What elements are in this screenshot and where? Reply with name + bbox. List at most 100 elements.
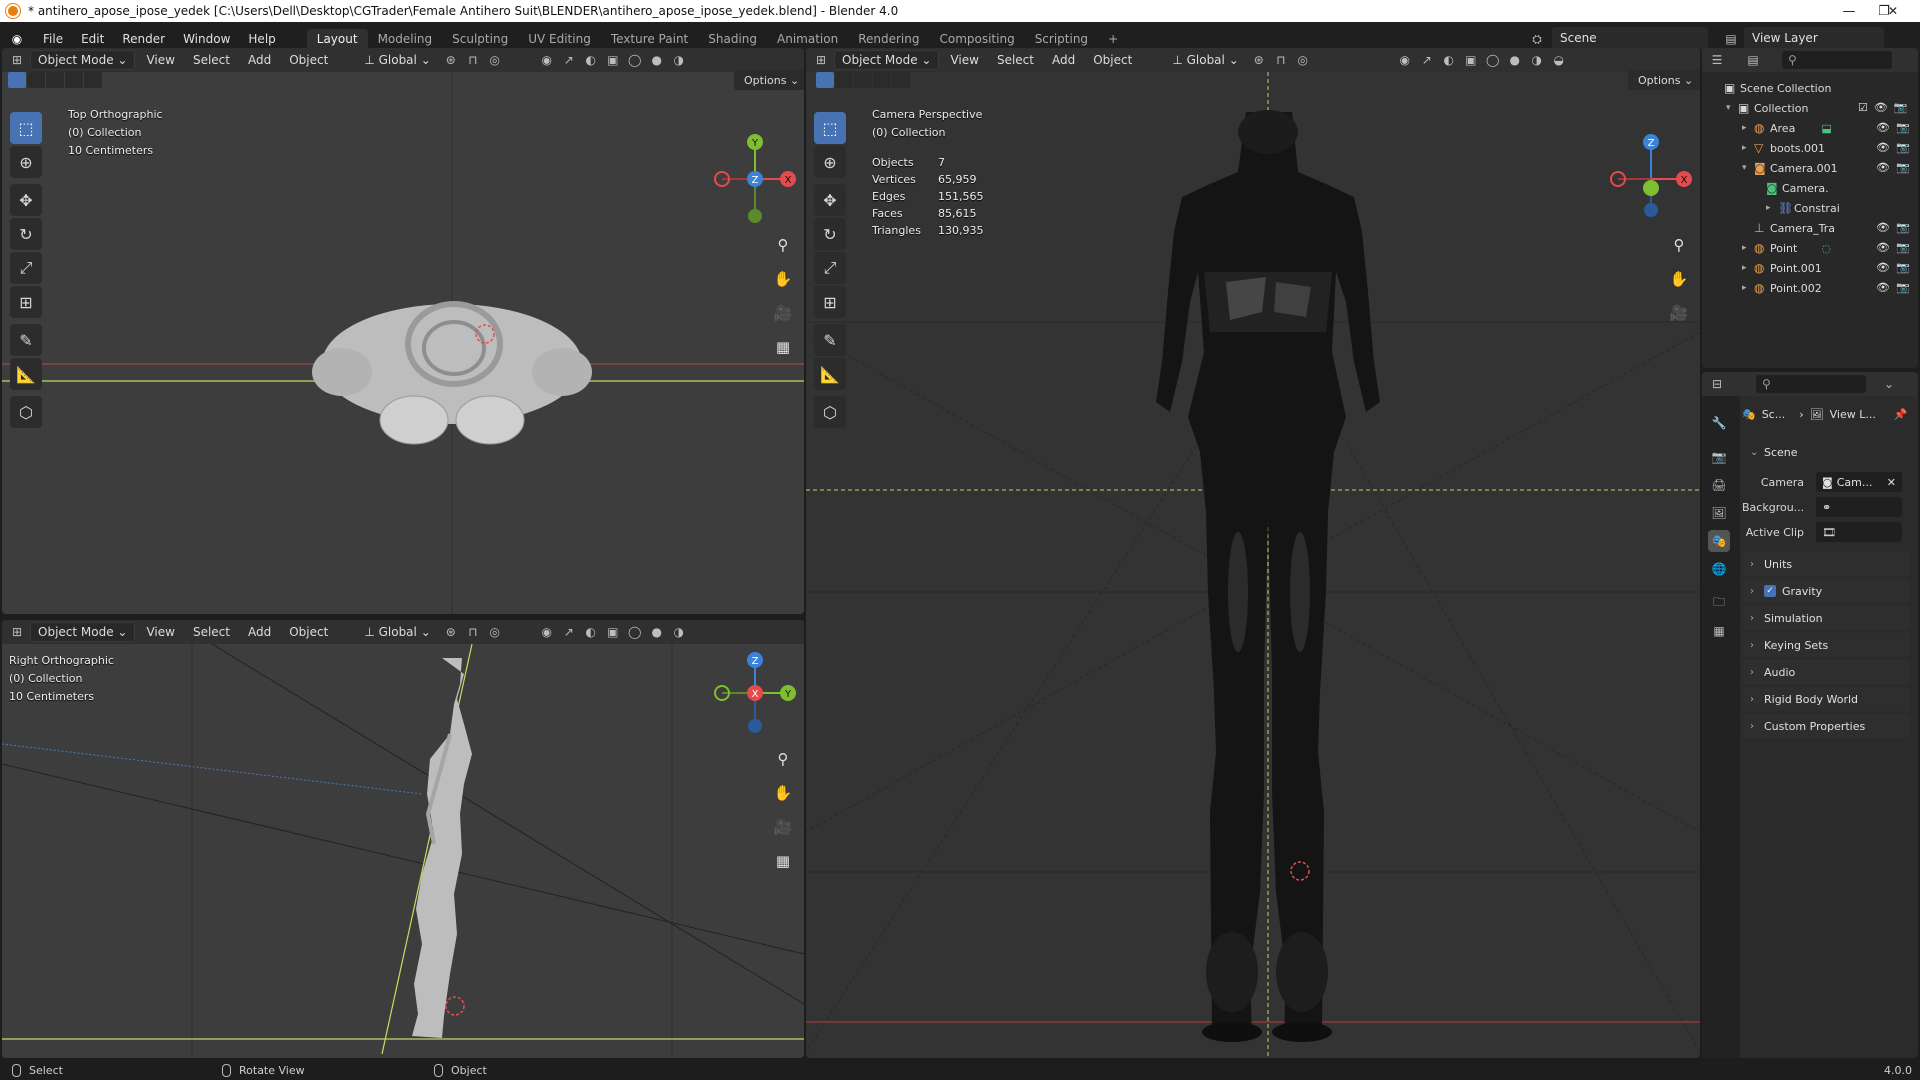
editor-type-icon[interactable]: ☰: [1708, 51, 1726, 69]
tab-scripting[interactable]: Scripting: [1025, 29, 1098, 49]
wireframe-shading-icon[interactable]: ◯: [626, 623, 644, 641]
camera-view-icon[interactable]: 🎥: [770, 300, 796, 326]
eye-icon[interactable]: 👁: [1876, 261, 1890, 274]
menu-render[interactable]: Render: [113, 32, 174, 46]
visibility-icon[interactable]: ◉: [538, 623, 556, 641]
zoom-icon[interactable]: ⚲: [1666, 232, 1692, 258]
measure-tool[interactable]: 📐: [10, 358, 42, 390]
tab-compositing[interactable]: Compositing: [929, 29, 1024, 49]
mode-dropdown[interactable]: Object Mode ⌄: [30, 622, 136, 642]
clear-icon[interactable]: ✕: [1887, 476, 1896, 489]
outliner-item-collection[interactable]: ▾ ▣ Collection: [1726, 98, 1808, 118]
outliner-item-point-002[interactable]: ▸ ◍ Point.002: [1742, 278, 1822, 298]
proportional-edit-icon[interactable]: ◎: [486, 51, 504, 69]
eye-icon[interactable]: 👁: [1874, 101, 1888, 114]
material-shading-icon[interactable]: ◑: [670, 623, 688, 641]
navigation-gizmo[interactable]: Z X: [1606, 134, 1696, 224]
overlay-icon[interactable]: ◐: [1440, 51, 1458, 69]
solid-shading-icon[interactable]: ●: [648, 623, 666, 641]
scene-selector-icon[interactable]: ⛭: [1528, 30, 1546, 48]
overlay-icon[interactable]: ◐: [582, 623, 600, 641]
add-cube-tool[interactable]: ⬡: [814, 396, 846, 428]
editor-type-icon[interactable]: ⊟: [1708, 375, 1726, 393]
tab-modeling[interactable]: Modeling: [368, 29, 443, 49]
scene-field[interactable]: Scene: [1552, 27, 1708, 49]
camera-render-icon[interactable]: 📷: [1896, 161, 1910, 174]
panel-rigid-body-world[interactable]: › Rigid Body World: [1742, 687, 1910, 711]
options-chevron-icon[interactable]: ⌄: [1880, 375, 1898, 393]
rendered-shading-icon[interactable]: ◒: [1550, 51, 1568, 69]
tab-texture-paint[interactable]: Texture Paint: [601, 29, 698, 49]
cursor-tool[interactable]: ⊕: [814, 146, 846, 178]
add-workspace-button[interactable]: +: [1098, 29, 1128, 49]
move-tool[interactable]: ✥: [814, 184, 846, 216]
proportional-edit-icon[interactable]: ◎: [486, 623, 504, 641]
camera-render-icon[interactable]: 📷: [1896, 281, 1910, 294]
axis-neg-z-icon[interactable]: [748, 719, 762, 733]
pivot-icon[interactable]: ⊛: [442, 51, 460, 69]
viewport-camera-perspective[interactable]: ⊞ Object Mode ⌄ View Select Add Object ⊥…: [806, 48, 1700, 1058]
options-button[interactable]: Options ⌄: [734, 70, 804, 90]
menu-window[interactable]: Window: [174, 32, 239, 46]
selection-modes[interactable]: [8, 72, 102, 88]
expand-icon[interactable]: ▸: [1742, 123, 1754, 133]
overlay-icon[interactable]: ◐: [582, 51, 600, 69]
axis-neg-y-icon[interactable]: [748, 209, 762, 223]
tool-tab-icon[interactable]: 🔧: [1708, 412, 1730, 434]
select-box-tool[interactable]: ⬚: [10, 112, 42, 144]
snap-icon[interactable]: ⊓: [1272, 51, 1290, 69]
viewport-right-orthographic[interactable]: ⊞ Object Mode ⌄ View Select Add Object ⊥…: [2, 620, 804, 1058]
panel-keying-sets[interactable]: › Keying Sets: [1742, 633, 1910, 657]
output-tab-icon[interactable]: 🖨: [1708, 474, 1730, 496]
expand-icon[interactable]: ▾: [1726, 103, 1738, 113]
menu-edit[interactable]: Edit: [72, 32, 113, 46]
view-menu[interactable]: View: [139, 622, 181, 642]
camera-field[interactable]: ◙ Cam... ✕: [1816, 472, 1902, 492]
axis-neg-z-icon[interactable]: [1644, 203, 1658, 217]
solid-shading-icon[interactable]: ●: [648, 51, 666, 69]
viewport-canvas[interactable]: Options ⌄ Top Orthographic (0) Collectio…: [2, 70, 804, 614]
texture-tab-icon[interactable]: ▦: [1708, 620, 1730, 642]
light-data-icon[interactable]: ⬓: [1821, 122, 1831, 135]
tab-rendering[interactable]: Rendering: [848, 29, 929, 49]
scale-tool[interactable]: ⤢: [10, 252, 42, 284]
pan-hand-icon[interactable]: ✋: [770, 780, 796, 806]
object-menu[interactable]: Object: [282, 50, 335, 70]
view-layer-tab-icon[interactable]: 🖼: [1708, 502, 1730, 524]
view-layer-icon[interactable]: ▤: [1722, 30, 1740, 48]
camera-render-icon[interactable]: 📷: [1894, 101, 1908, 114]
transform-tool[interactable]: ⊞: [814, 286, 846, 318]
panel-scene[interactable]: ⌄ Scene: [1742, 440, 1910, 464]
annotate-tool[interactable]: ✎: [10, 324, 42, 356]
camera-render-icon[interactable]: 📷: [1896, 261, 1910, 274]
eye-icon[interactable]: 👁: [1876, 141, 1890, 154]
select-menu[interactable]: Select: [990, 50, 1041, 70]
proportional-edit-icon[interactable]: ◎: [1294, 51, 1312, 69]
outliner-item-area[interactable]: ▸ ◍ Area ⬓: [1742, 118, 1832, 138]
light-data-icon[interactable]: ◌: [1821, 242, 1831, 255]
camera-render-icon[interactable]: 📷: [1896, 141, 1910, 154]
solid-shading-icon[interactable]: ●: [1506, 51, 1524, 69]
3d-cursor-icon[interactable]: [445, 996, 465, 1016]
orientation-dropdown[interactable]: ⊥ Global ⌄: [357, 50, 437, 70]
rotate-tool[interactable]: ↻: [10, 218, 42, 250]
checkbox-icon[interactable]: ☑: [1858, 101, 1868, 114]
measure-tool[interactable]: 📐: [814, 358, 846, 390]
outliner-item-camera-data[interactable]: ◙ Camera.: [1766, 178, 1829, 198]
menu-help[interactable]: Help: [239, 32, 284, 46]
tab-layout[interactable]: Layout: [306, 28, 368, 49]
outliner-item-point[interactable]: ▸ ◍ Point ◌: [1742, 238, 1831, 258]
select-box-tool[interactable]: ⬚: [814, 112, 846, 144]
expand-icon[interactable]: ▸: [1766, 203, 1778, 213]
axis-y-icon[interactable]: [1643, 180, 1659, 196]
add-menu[interactable]: Add: [1045, 50, 1082, 70]
background-field[interactable]: ⚭: [1816, 497, 1902, 517]
snap-icon[interactable]: ⊓: [464, 51, 482, 69]
mode-dropdown[interactable]: Object Mode ⌄: [30, 50, 136, 70]
view-layer-field[interactable]: View Layer: [1744, 27, 1884, 49]
options-button[interactable]: Options ⌄: [1628, 70, 1700, 90]
properties-search-input[interactable]: ⚲: [1756, 375, 1866, 393]
eye-icon[interactable]: 👁: [1876, 281, 1890, 294]
outliner-root[interactable]: ▣ Scene Collection: [1724, 78, 1831, 98]
outliner-item-boots[interactable]: ▸ ▽ boots.001: [1742, 138, 1825, 158]
